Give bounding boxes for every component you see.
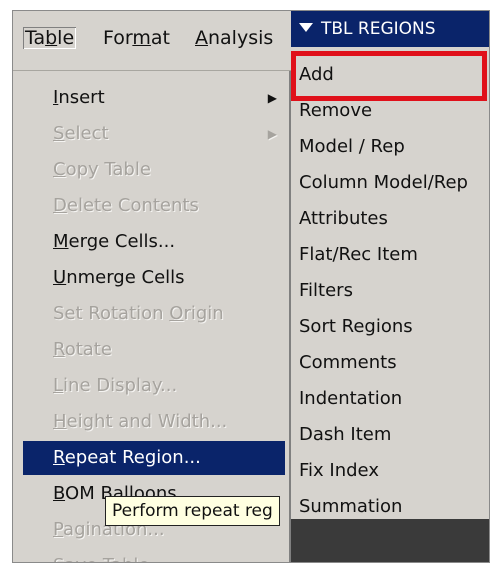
submenu-arrow-icon: ▶ xyxy=(267,91,277,105)
menu-format[interactable]: Format xyxy=(101,27,172,49)
triangle-down-icon xyxy=(299,22,313,32)
regions-item-column-model-rep[interactable]: Column Model/Rep xyxy=(291,165,489,201)
regions-item-filters[interactable]: Filters xyxy=(291,273,489,309)
menu-item-rotate[interactable]: Rotate xyxy=(23,333,285,367)
submenu-arrow-icon: ▶ xyxy=(267,127,277,141)
table-dropdown-menu: Insert ▶ Select ▶ Copy Table Delete Conten… xyxy=(13,71,291,562)
menu-table[interactable]: Table xyxy=(23,27,76,49)
menu-item-unmerge-cells[interactable]: Unmerge Cells xyxy=(23,261,285,295)
menu-analysis[interactable]: Analysis xyxy=(193,27,275,49)
menu-bar: Table Format Analysis xyxy=(13,11,293,71)
menu-item-insert[interactable]: Insert ▶ xyxy=(23,81,285,115)
menu-item-set-rotation-origin[interactable]: Set Rotation Origin xyxy=(23,297,285,331)
regions-item-add[interactable]: Add xyxy=(291,57,489,93)
menu-item-select[interactable]: Select ▶ xyxy=(23,117,285,151)
screenshot-frame: Table Format Analysis Insert ▶ Select ▶ Co… xyxy=(12,10,490,563)
menu-item-merge-cells[interactable]: Merge Cells... xyxy=(23,225,285,259)
menu-item-save-table[interactable]: Save Table▶ xyxy=(23,549,285,562)
regions-item-remove[interactable]: Remove xyxy=(291,93,489,129)
tooltip: Perform repeat reg xyxy=(105,496,280,526)
regions-item-attributes[interactable]: Attributes xyxy=(291,201,489,237)
menu-item-height-and-width[interactable]: Height and Width... xyxy=(23,405,285,439)
menu-item-repeat-region[interactable]: Repeat Region... xyxy=(23,441,285,475)
tbl-regions-header[interactable]: TBL REGIONS xyxy=(291,11,489,47)
submenu-arrow-icon: ▶ xyxy=(268,549,277,562)
regions-item-sort-regions[interactable]: Sort Regions xyxy=(291,309,489,345)
regions-item-indentation[interactable]: Indentation xyxy=(291,381,489,417)
menu-item-copy-table[interactable]: Copy Table xyxy=(23,153,285,187)
regions-item-comments[interactable]: Comments xyxy=(291,345,489,381)
dark-background-area xyxy=(291,519,489,562)
regions-item-fix-index[interactable]: Fix Index xyxy=(291,453,489,489)
regions-item-model-rep[interactable]: Model / Rep xyxy=(291,129,489,165)
regions-item-flat-rec-item[interactable]: Flat/Rec Item xyxy=(291,237,489,273)
menu-item-delete-contents[interactable]: Delete Contents xyxy=(23,189,285,223)
tbl-regions-menu: TBL REGIONS Add Remove Model / Rep Colum… xyxy=(291,11,489,562)
menu-item-line-display[interactable]: Line Display... xyxy=(23,369,285,403)
regions-item-dash-item[interactable]: Dash Item xyxy=(291,417,489,453)
